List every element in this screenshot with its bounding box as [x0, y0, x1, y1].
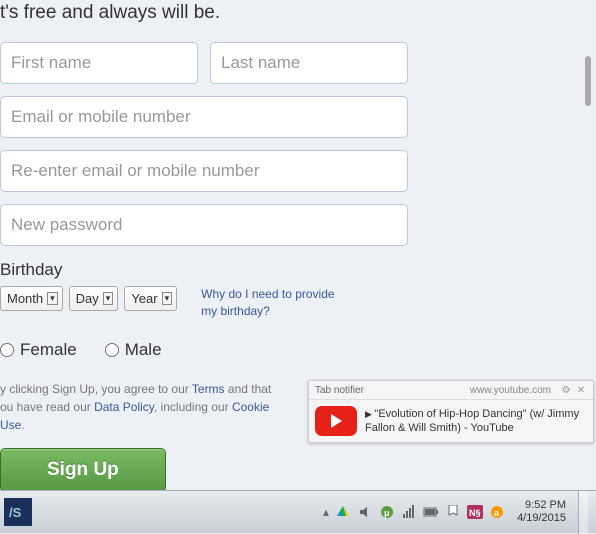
birthday-row: Month ▾ Day ▾ Year ▾ Why do I need to pr… [0, 286, 596, 320]
show-desktop-button[interactable] [578, 491, 588, 534]
cookie-use-link-2[interactable]: Use [0, 418, 21, 432]
gender-female-option[interactable]: Female [0, 340, 77, 360]
taskbar: /S ▴ μ N§ a 9:52 PM 4/19/2015 [0, 490, 596, 533]
year-select-label: Year [131, 291, 157, 306]
tagline: t's free and always will be. [0, 2, 596, 24]
year-select[interactable]: Year ▾ [124, 286, 177, 311]
tray-netspeed-icon[interactable]: N§ [467, 504, 483, 520]
tray-wifi-icon[interactable] [401, 504, 417, 520]
password-input[interactable] [0, 204, 408, 246]
month-select[interactable]: Month ▾ [0, 286, 63, 311]
taskbar-clock[interactable]: 9:52 PM 4/19/2015 [517, 499, 566, 525]
chevron-down-icon: ▾ [103, 292, 114, 305]
male-radio[interactable] [105, 343, 119, 357]
taskbar-app-photoshop[interactable]: /S [0, 493, 36, 531]
youtube-icon [315, 406, 357, 436]
tray-battery-icon[interactable] [423, 504, 439, 520]
why-birthday-link[interactable]: Why do I need to providemy birthday? [201, 286, 334, 320]
day-select-label: Day [76, 291, 99, 306]
first-name-input[interactable] [0, 42, 198, 84]
data-policy-link[interactable]: Data Policy [94, 400, 154, 414]
close-icon[interactable]: ✕ [575, 384, 587, 396]
tab-notifier-title: Tab notifier [315, 385, 364, 396]
gear-icon[interactable]: ⚙ [560, 384, 572, 396]
female-label: Female [20, 340, 77, 360]
tab-notifier-domain: www.youtube.com [470, 385, 551, 396]
tab-notifier-text: ▶ "Evolution of Hip-Hop Dancing" (w/ Jim… [365, 407, 587, 436]
tray-action-center-icon[interactable] [445, 504, 461, 520]
tab-notifier-popup: Tab notifier www.youtube.com ⚙ ✕ ▶ "Evol… [308, 380, 594, 443]
tab-notifier-header: Tab notifier www.youtube.com ⚙ ✕ [309, 381, 593, 400]
tray-volume-icon[interactable] [357, 504, 373, 520]
last-name-input[interactable] [210, 42, 408, 84]
tray-expand-icon[interactable]: ▴ [323, 505, 329, 519]
clock-date: 4/19/2015 [517, 512, 566, 525]
tray-avast-icon[interactable]: a [489, 504, 505, 520]
cookie-use-link[interactable]: Cookie [232, 400, 269, 414]
month-select-label: Month [7, 291, 43, 306]
tray-google-drive-icon[interactable] [335, 504, 351, 520]
tab-notifier-body[interactable]: ▶ "Evolution of Hip-Hop Dancing" (w/ Jim… [309, 400, 593, 442]
gender-male-option[interactable]: Male [105, 340, 162, 360]
name-row [0, 42, 596, 84]
chevron-down-icon: ▾ [162, 292, 173, 305]
day-select[interactable]: Day ▾ [69, 286, 119, 311]
system-tray: ▴ μ N§ a 9:52 PM 4/19/2015 [323, 491, 596, 533]
svg-text:μ: μ [384, 508, 390, 518]
chevron-down-icon: ▾ [47, 292, 58, 305]
reenter-email-input[interactable] [0, 150, 408, 192]
terms-text: y clicking Sign Up, you agree to our Ter… [0, 380, 330, 434]
email-input[interactable] [0, 96, 408, 138]
svg-text:/S: /S [9, 505, 22, 520]
signup-button[interactable]: Sign Up [0, 448, 166, 492]
svg-text:N§: N§ [469, 508, 481, 518]
clock-time: 9:52 PM [517, 499, 566, 512]
birthday-label: Birthday [0, 260, 596, 280]
tray-utorrent-icon[interactable]: μ [379, 504, 395, 520]
gender-row: Female Male [0, 340, 596, 360]
terms-link[interactable]: Terms [192, 382, 225, 396]
scrollbar-thumb[interactable] [585, 56, 591, 106]
female-radio[interactable] [0, 343, 14, 357]
play-icon: ▶ [365, 409, 374, 419]
male-label: Male [125, 340, 162, 360]
